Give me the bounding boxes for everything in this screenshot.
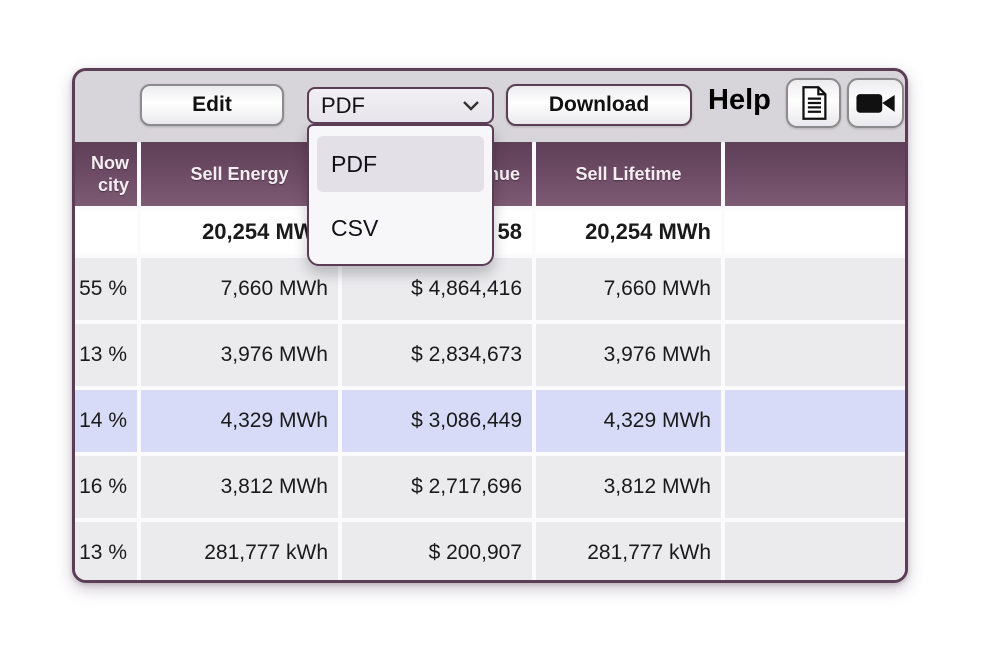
table-cell[interactable] [725,324,905,386]
table-cell[interactable]: $ 200,907 [342,522,532,583]
video-camera-icon [854,87,898,119]
totals-cell: 20,254 MWh [536,210,721,254]
header-cell-sell-lifetime: Sell Lifetime [536,142,721,206]
help-label: Help [708,84,771,117]
app-window: Edit PDF Download Help [72,68,908,583]
help-video-button[interactable] [847,78,904,128]
header-cell-blank [725,142,905,206]
table-cell[interactable]: 3,812 MWh [141,456,338,518]
table-cell[interactable]: 13 % [75,522,137,583]
help-document-button[interactable] [786,78,841,128]
table-cell-selected[interactable]: 4,329 MWh [141,390,338,452]
table-cell-selected[interactable]: 4,329 MWh [536,390,721,452]
table-cell[interactable]: 3,976 MWh [141,324,338,386]
table-cell[interactable]: 3,976 MWh [536,324,721,386]
format-select[interactable]: PDF [307,87,494,124]
table-cell[interactable]: $ 2,717,696 [342,456,532,518]
table-cell[interactable]: 13 % [75,324,137,386]
table-cell[interactable]: $ 4,864,416 [342,258,532,320]
table-cell[interactable]: $ 2,834,673 [342,324,532,386]
table-cell[interactable]: 7,660 MWh [141,258,338,320]
table-cell[interactable]: 16 % [75,456,137,518]
table-cell[interactable]: 55 % [75,258,137,320]
download-button[interactable]: Download [506,84,692,126]
table-cell[interactable] [725,456,905,518]
dropdown-option-pdf[interactable]: PDF [317,136,484,192]
table-cell[interactable]: 7,660 MWh [536,258,721,320]
table-cell-selected[interactable]: 14 % [75,390,137,452]
table-cell[interactable] [725,258,905,320]
dropdown-option-csv[interactable]: CSV [309,200,492,256]
table-cell[interactable] [725,522,905,583]
table-cell-selected[interactable] [725,390,905,452]
totals-cell [725,210,905,254]
table-cell[interactable]: 281,777 kWh [141,522,338,583]
edit-button[interactable]: Edit [140,84,284,126]
chevron-down-icon [462,99,480,112]
table-cell[interactable]: 3,812 MWh [536,456,721,518]
table-cell-selected[interactable]: $ 3,086,449 [342,390,532,452]
format-dropdown: PDF CSV [307,124,494,266]
format-select-value: PDF [321,93,365,119]
totals-cell [75,210,137,254]
table-cell[interactable]: 281,777 kWh [536,522,721,583]
header-cell-now-capacity: Now city [75,142,137,206]
document-icon [800,85,828,121]
